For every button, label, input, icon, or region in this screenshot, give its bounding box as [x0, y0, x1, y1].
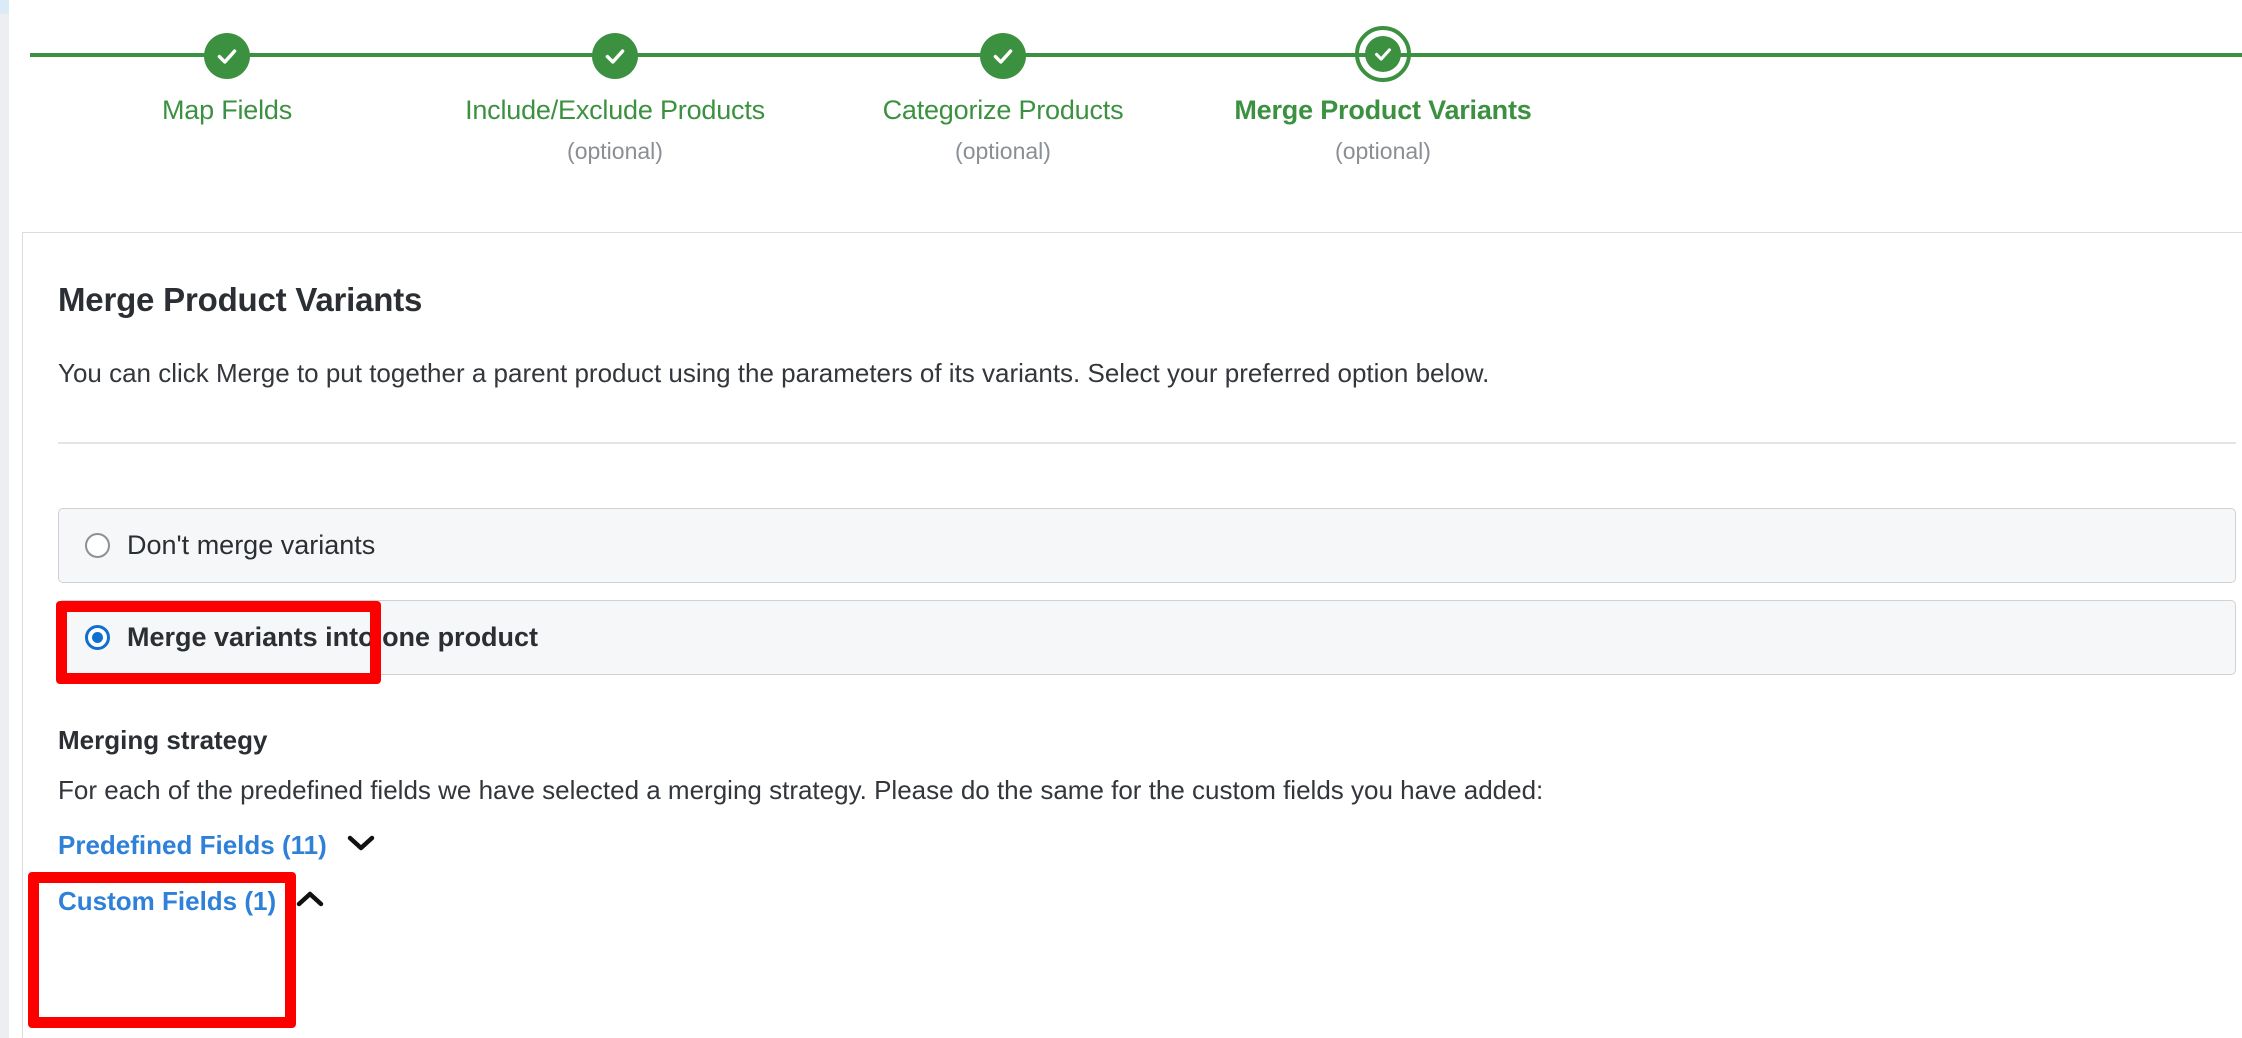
check-circle-ring-icon: [1365, 36, 1401, 72]
chevron-down-icon[interactable]: [347, 834, 375, 857]
card-description: You can click Merge to put together a pa…: [58, 358, 1489, 389]
radio-button-selected[interactable]: [85, 625, 110, 650]
custom-fields-label: Custom Fields (1): [58, 886, 276, 917]
chevron-up-icon[interactable]: [296, 890, 324, 913]
stepper-step-label: Merge Product Variants: [1213, 95, 1553, 126]
predefined-fields-toggle[interactable]: Predefined Fields (11): [58, 830, 375, 861]
predefined-fields-label: Predefined Fields (11): [58, 830, 327, 861]
radio-option-label: Don't merge variants: [127, 530, 375, 561]
page-container: Map Fields Include/Exclude Products (opt…: [9, 0, 2242, 1038]
section-divider: [58, 442, 2236, 444]
wizard-stepper: Map Fields Include/Exclude Products (opt…: [9, 0, 2242, 215]
stepper-step-sublabel: (optional): [833, 138, 1173, 165]
check-circle-icon: [980, 33, 1026, 79]
merge-variants-card: Merge Product Variants You can click Mer…: [22, 232, 2242, 1038]
left-gutter: [0, 0, 9, 1038]
stepper-step-label: Categorize Products: [833, 95, 1173, 126]
left-gutter-highlight: [0, 0, 9, 14]
page-title: Merge Product Variants: [58, 281, 422, 319]
stepper-step-sublabel: (optional): [1213, 138, 1553, 165]
radio-option-merge-variants-into-one-product[interactable]: Merge variants into one product: [58, 600, 2236, 675]
radio-option-dont-merge-variants[interactable]: Don't merge variants: [58, 508, 2236, 583]
radio-option-label: Merge variants into one product: [127, 622, 538, 653]
stepper-progress-line: [30, 53, 2242, 57]
stepper-step-label: Include/Exclude Products: [445, 95, 785, 126]
check-circle-icon: [204, 33, 250, 79]
custom-fields-toggle[interactable]: Custom Fields (1): [58, 886, 324, 917]
merging-strategy-description: For each of the predefined fields we hav…: [58, 775, 1543, 806]
radio-button[interactable]: [85, 533, 110, 558]
stepper-step-label: Map Fields: [57, 95, 397, 126]
step-indicator: [201, 30, 253, 82]
stepper-step-sublabel: (optional): [445, 138, 785, 165]
merging-strategy-heading: Merging strategy: [58, 725, 268, 756]
check-circle-icon: [592, 33, 638, 79]
step-indicator: [977, 30, 1029, 82]
step-indicator: [589, 30, 641, 82]
step-indicator: [1355, 26, 1411, 82]
